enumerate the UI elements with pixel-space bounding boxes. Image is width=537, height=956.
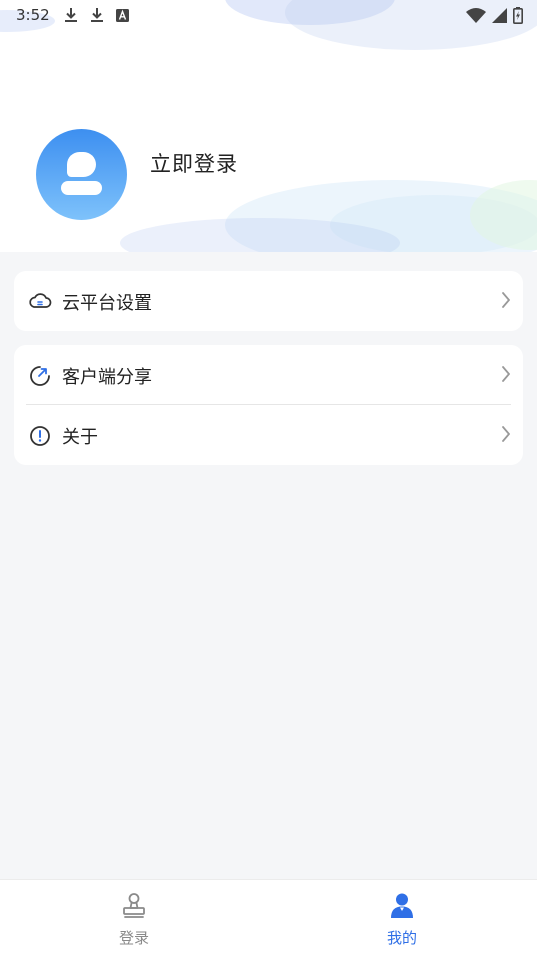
battery-charging-icon: [513, 6, 523, 24]
share-refresh-icon: [28, 364, 50, 386]
login-link[interactable]: 立即登录: [150, 148, 238, 178]
chevron-right-icon: [501, 425, 511, 443]
profile-section[interactable]: 立即登录: [0, 120, 537, 230]
menu-label: 云平台设置: [62, 293, 152, 314]
tab-mine[interactable]: 我的: [268, 880, 536, 956]
avatar[interactable]: [36, 129, 127, 220]
menu-item-cloud-settings[interactable]: 云平台设置: [14, 271, 523, 331]
tab-label: 登录: [118, 929, 149, 947]
info-circle-icon: [28, 424, 50, 446]
menu-item-about[interactable]: 关于: [14, 405, 523, 465]
chevron-right-icon: [501, 365, 511, 383]
status-time: 3:52: [16, 6, 50, 24]
download-icon: [64, 7, 78, 23]
bottom-tab-bar: 登录 我的: [0, 879, 537, 956]
wifi-icon: [466, 7, 486, 23]
user-icon: [389, 892, 415, 920]
tab-login[interactable]: 登录: [0, 880, 268, 956]
download-icon: [90, 7, 104, 23]
status-bar: 3:52: [0, 0, 537, 30]
avatar-body: [61, 181, 102, 195]
menu-label: 客户端分享: [62, 367, 152, 388]
settings-card: 云平台设置: [14, 271, 523, 331]
chevron-right-icon: [501, 291, 511, 309]
status-right: [466, 6, 523, 24]
font-icon: [115, 8, 129, 22]
menu-label: 关于: [62, 427, 98, 448]
avatar-head: [67, 152, 96, 177]
misc-card: 客户端分享 关于: [14, 345, 523, 465]
signal-icon: [492, 7, 507, 23]
cloud-icon: [28, 290, 52, 312]
tab-label: 我的: [386, 929, 417, 947]
stamp-icon: [121, 892, 147, 920]
menu-item-client-share[interactable]: 客户端分享: [14, 345, 523, 405]
